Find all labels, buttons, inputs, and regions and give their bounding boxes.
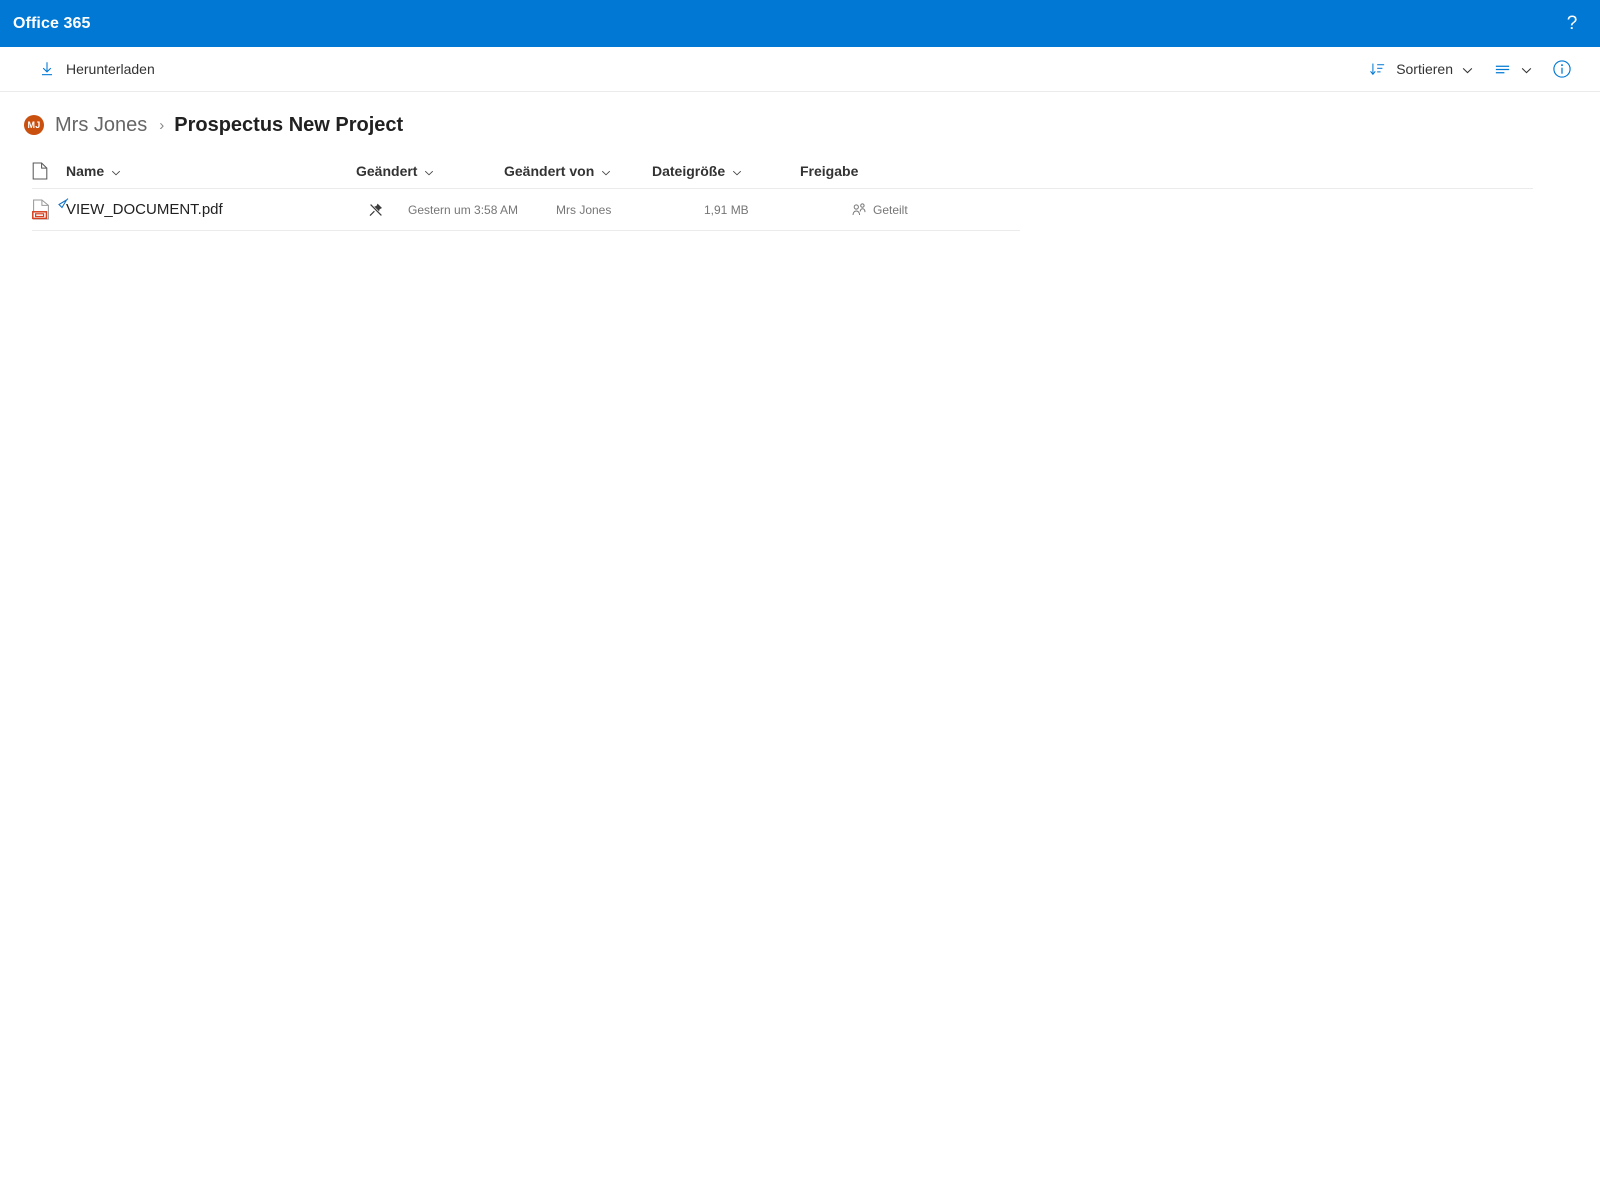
sharing-status-label: Geteilt xyxy=(873,202,908,217)
column-header-sharing[interactable]: Freigabe xyxy=(800,163,960,179)
chevron-down-icon xyxy=(1521,61,1532,77)
unpin-icon xyxy=(368,202,384,218)
column-header-name-label: Name xyxy=(66,163,105,179)
column-header-modified-by[interactable]: Geändert von xyxy=(504,163,652,179)
details-info-button[interactable] xyxy=(1542,49,1582,89)
column-header-size-label: Dateigröße xyxy=(652,163,726,179)
people-shared-icon xyxy=(852,203,866,216)
command-bar-left: Herunterladen xyxy=(30,49,163,89)
sort-button[interactable]: Sortieren xyxy=(1359,49,1483,89)
file-list: Name Geändert Geändert von Dateigröße Fr xyxy=(0,154,1600,231)
pointer-cursor-icon xyxy=(57,198,71,212)
sort-descending-icon xyxy=(1369,61,1386,78)
column-header-sharing-label: Freigabe xyxy=(800,163,859,179)
column-header-file-type[interactable] xyxy=(32,162,66,180)
row-modified-by: Mrs Jones xyxy=(556,202,612,217)
row-size: 1,91 MB xyxy=(704,202,749,217)
download-button[interactable]: Herunterladen xyxy=(30,49,163,89)
row-pin-button[interactable] xyxy=(356,202,408,218)
sort-button-label: Sortieren xyxy=(1396,61,1453,77)
download-button-label: Herunterladen xyxy=(66,61,155,77)
command-bar-right: Sortieren xyxy=(1359,49,1582,89)
list-view-icon xyxy=(1493,60,1512,79)
avatar: MJ xyxy=(24,115,44,135)
column-header-size[interactable]: Dateigröße xyxy=(652,163,800,179)
file-name-link[interactable]: VIEW_DOCUMENT.pdf xyxy=(66,201,223,218)
chevron-down-icon xyxy=(1462,61,1473,77)
info-circle-icon xyxy=(1552,59,1572,79)
download-icon xyxy=(38,60,56,78)
file-type-icon xyxy=(32,162,48,180)
table-row[interactable]: VIEW_DOCUMENT.pdf Gestern um 3:58 AM Mrs… xyxy=(32,189,1020,231)
view-options-button[interactable] xyxy=(1483,49,1542,89)
chevron-down-icon xyxy=(732,163,742,179)
breadcrumb-separator-icon: › xyxy=(159,116,165,134)
column-header-modified[interactable]: Geändert xyxy=(356,163,504,179)
file-list-header: Name Geändert Geändert von Dateigröße Fr xyxy=(32,154,1533,189)
column-header-modified-label: Geändert xyxy=(356,163,418,179)
breadcrumb-item-root[interactable]: Mrs Jones xyxy=(55,115,147,135)
column-header-name[interactable]: Name xyxy=(66,163,356,179)
app-title: Office 365 xyxy=(13,14,91,32)
row-file-name: VIEW_DOCUMENT.pdf xyxy=(58,198,356,218)
row-sharing-status[interactable]: Geteilt xyxy=(852,203,1012,217)
suite-header-bar: Office 365 ? xyxy=(0,0,1600,47)
chevron-down-icon xyxy=(424,163,434,179)
column-header-modified-by-label: Geändert von xyxy=(504,163,595,179)
pdf-file-icon xyxy=(32,199,51,220)
command-bar: Herunterladen Sortieren xyxy=(0,47,1600,92)
page-title: Prospectus New Project xyxy=(174,114,404,136)
row-modified: Gestern um 3:58 AM xyxy=(408,202,519,217)
chevron-down-icon xyxy=(111,163,121,179)
chevron-down-icon xyxy=(601,163,611,179)
help-question-icon[interactable]: ? xyxy=(1558,10,1586,38)
breadcrumb: MJ Mrs Jones › Prospectus New Project xyxy=(0,92,1600,136)
